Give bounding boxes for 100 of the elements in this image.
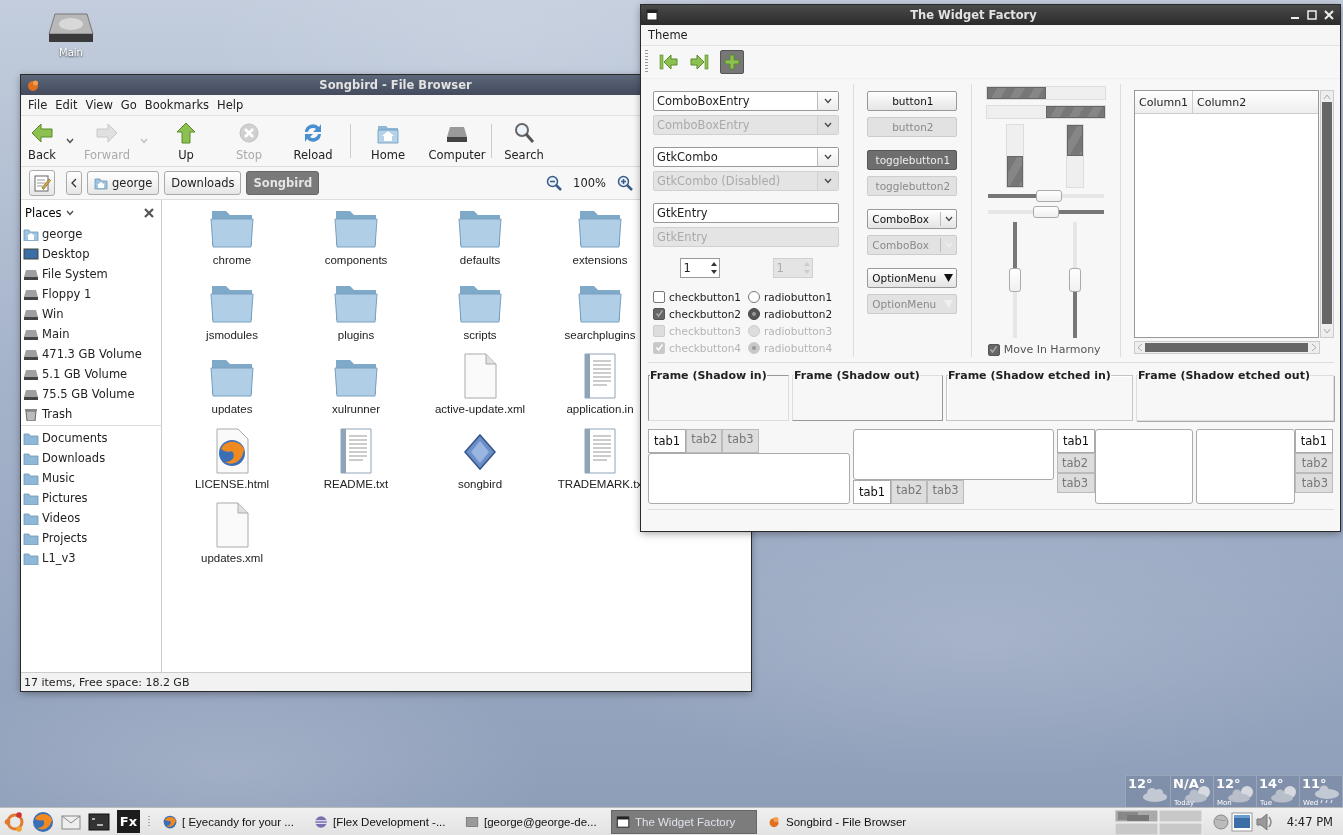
sidebar-item[interactable]: 5.1 GB Volume (21, 364, 161, 384)
zoom-out-icon[interactable] (546, 175, 563, 191)
checkbox-label[interactable]: checkbutton1 (669, 290, 742, 303)
scrollbar[interactable] (1320, 90, 1334, 338)
menu-item[interactable]: File (24, 98, 52, 112)
location-button[interactable] (29, 170, 55, 196)
sidebar-item[interactable]: Desktop (21, 244, 161, 264)
file-name[interactable]: chrome (212, 254, 252, 266)
menu-item[interactable]: Bookmarks (140, 98, 214, 112)
menu-item[interactable]: Help (213, 98, 248, 112)
toolbar-button[interactable]: Reload (277, 120, 349, 162)
toolbar-button[interactable]: Home (352, 120, 424, 162)
sidebar-item[interactable]: Documents (21, 428, 161, 448)
checkbox[interactable] (987, 343, 1000, 356)
file-name[interactable]: TRADEMARK.tx (557, 477, 643, 490)
bird-icon[interactable] (26, 78, 40, 92)
file-name[interactable]: application.in (566, 403, 634, 415)
taskbar-button[interactable]: [Flex Development -... (309, 809, 455, 834)
file-name[interactable]: README.txt (323, 477, 389, 490)
slider-thumb[interactable] (1008, 268, 1021, 292)
file-name[interactable]: songbird (457, 477, 503, 490)
sidebar-item[interactable]: george (21, 224, 161, 244)
sidebar-item[interactable]: Floppy 1 (21, 284, 161, 304)
radio-button[interactable] (748, 307, 760, 320)
sidebar-item[interactable]: File System (21, 264, 161, 284)
slider-thumb[interactable] (1032, 206, 1059, 218)
zoom-in-icon[interactable] (617, 175, 633, 191)
slider-thumb[interactable] (1036, 190, 1063, 202)
file-name[interactable]: xulrunner (332, 403, 380, 415)
checkbox-label[interactable]: Move In Harmony (1003, 343, 1101, 356)
display-icon[interactable] (1230, 811, 1253, 832)
file-name[interactable]: LICENSE.html (194, 477, 270, 490)
file-name[interactable]: updates (211, 403, 253, 415)
close-icon[interactable] (144, 208, 154, 218)
checkbox[interactable] (653, 290, 665, 303)
drive-icon[interactable] (47, 10, 95, 44)
radio-label[interactable]: radiobutton1 (764, 290, 833, 303)
speaker-icon[interactable] (1254, 811, 1275, 832)
sidebar-item[interactable]: 471.3 GB Volume (21, 344, 161, 364)
checkbox[interactable] (653, 307, 665, 320)
clock[interactable]: 4:47 PM (1286, 814, 1333, 829)
checkbox-label[interactable]: checkbutton2 (669, 307, 742, 320)
sidebar-item[interactable]: 75.5 GB Volume (21, 384, 161, 404)
push-button[interactable]: button1 (867, 91, 958, 111)
menu-item[interactable]: View (81, 98, 117, 112)
file-name[interactable]: updates.xml (201, 552, 263, 564)
tree-view[interactable]: Column1 Column2 (1134, 90, 1319, 338)
combo-box-entry[interactable]: ComboBoxEntry (653, 91, 839, 111)
scroll-left-button[interactable] (66, 171, 82, 195)
menu-item[interactable]: Go (116, 98, 141, 112)
workspace-switcher[interactable] (1114, 808, 1203, 835)
sidebar-item[interactable]: Main (21, 324, 161, 344)
path-button[interactable]: Downloads (164, 171, 242, 195)
radio-button[interactable] (748, 290, 760, 303)
column-header[interactable]: Column1 (1135, 91, 1194, 113)
tab[interactable]: tab1 (853, 480, 892, 504)
caret-icon[interactable] (66, 138, 74, 144)
toolbar-button[interactable] (720, 50, 744, 74)
column-header[interactable]: Column2 (1193, 91, 1318, 113)
window-icon[interactable] (646, 9, 658, 21)
text-field[interactable]: GtkEntry (653, 203, 839, 223)
sidebar-item[interactable]: Win (21, 304, 161, 324)
file-name[interactable]: jsmodules (206, 328, 258, 341)
taskbar-button[interactable]: [george@george-de... (460, 809, 606, 834)
toolbar-button[interactable]: Search (493, 120, 555, 162)
slider-thumb[interactable] (1068, 268, 1081, 292)
sidebar-item[interactable]: Trash (21, 404, 161, 424)
maximize-icon[interactable] (1306, 9, 1318, 21)
file-name[interactable]: extensions (572, 254, 628, 266)
places-dropdown[interactable]: Places (23, 206, 76, 220)
option-menu[interactable]: OptionMenu (867, 268, 958, 288)
radio-label[interactable]: radiobutton2 (764, 307, 833, 320)
file-name[interactable]: defaults (459, 254, 501, 266)
sidebar-item[interactable]: Videos (21, 508, 161, 528)
sidebar-item[interactable]: Projects (21, 528, 161, 548)
tab[interactable]: tab1 (648, 429, 687, 453)
file-name[interactable]: searchplugins (564, 328, 636, 341)
sidebar-item[interactable]: Downloads (21, 448, 161, 468)
sidebar-item[interactable]: Music (21, 468, 161, 488)
path-button[interactable]: george (87, 171, 160, 195)
toolbar-button[interactable]: Back (21, 120, 63, 162)
toolbar-button[interactable]: Computer (424, 120, 490, 162)
tab[interactable]: tab1 (1057, 429, 1096, 453)
toggle-button[interactable]: togglebutton1 (867, 150, 958, 170)
sidebar-item[interactable]: Pictures (21, 488, 161, 508)
combo-box[interactable]: ComboBox (867, 209, 958, 229)
taskbar-button[interactable]: [ Eyecandy for your ... (158, 809, 304, 834)
file-name[interactable]: active-update.xml (434, 403, 526, 415)
globe-icon[interactable] (1212, 813, 1229, 830)
sidebar-item[interactable]: L1_v3 (21, 548, 161, 568)
combo-box-entry[interactable]: GtkCombo (653, 147, 839, 167)
menu-item[interactable]: Edit (51, 98, 82, 112)
launcher-button[interactable]: Fx (117, 810, 140, 833)
scrollbar[interactable] (1134, 341, 1320, 354)
toolbar-button[interactable]: Up (151, 120, 221, 162)
file-name[interactable]: scripts (463, 328, 497, 341)
spin-button[interactable]: 1 (679, 258, 720, 278)
taskbar-button[interactable]: Songbird - File Browser (762, 809, 912, 834)
menu-item[interactable]: Theme (644, 28, 692, 42)
file-name[interactable]: plugins (337, 328, 375, 341)
